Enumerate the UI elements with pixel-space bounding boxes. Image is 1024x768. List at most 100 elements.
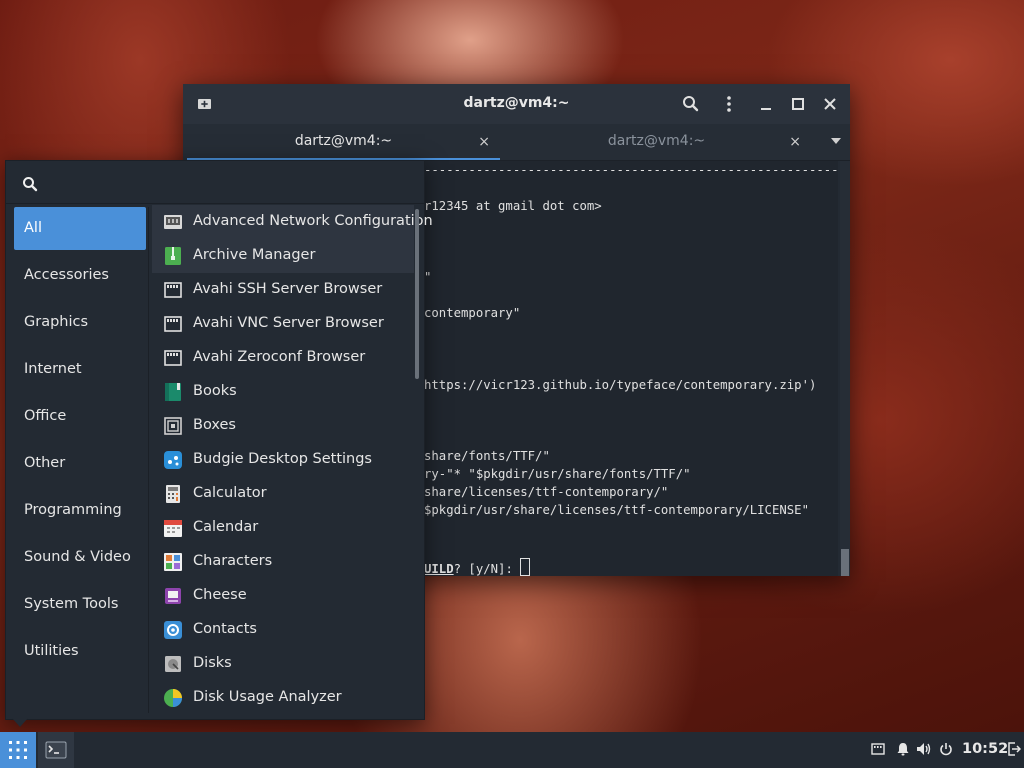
scrollbar-thumb[interactable] [841,549,849,576]
terminal-icon [45,741,67,759]
app-avahi-ssh-server-browser[interactable]: Avahi SSH Server Browser [152,273,414,307]
app-books[interactable]: Books [152,375,414,409]
app-disk-usage-analyzer[interactable]: Disk Usage Analyzer [152,681,414,715]
app-label: Contacts [193,621,257,637]
app-calculator[interactable]: Calculator [152,477,414,511]
app-label: Disks [193,655,232,671]
app-disks[interactable]: Disks [152,647,414,681]
terminal-prompt: UILD? [y/N]: [424,558,531,576]
tab-label: dartz@vm4:~ [607,133,706,149]
category-accessories[interactable]: Accessories [14,254,146,297]
power-icon [940,743,952,756]
menu-search-bar [6,161,424,204]
close-button[interactable] [820,94,840,114]
terminal-headerbar: dartz@vm4:~ [183,84,850,124]
terminal-scrollbar[interactable] [840,161,850,576]
boxes-icon [164,417,182,435]
budgie-settings-icon [164,451,182,469]
prompt-text: ? [y/N]: [453,562,521,576]
app-cheese[interactable]: Cheese [152,579,414,613]
app-calendar[interactable]: Calendar [152,511,414,545]
search-input[interactable] [50,169,414,197]
taskbar-terminal-button[interactable] [38,732,74,768]
minimize-icon [761,108,771,110]
characters-icon [164,553,182,571]
app-archive-manager[interactable]: Archive Manager [152,239,414,273]
app-characters[interactable]: Characters [152,545,414,579]
calendar-icon [164,520,182,537]
category-graphics[interactable]: Graphics [14,301,146,344]
terminal-line: ----------------------------------------… [424,163,838,177]
category-system-tools[interactable]: System Tools [14,583,146,626]
category-all[interactable]: All [14,207,146,250]
app-contacts[interactable]: Contacts [152,613,414,647]
terminal-line: r12345 at gmail dot com> [424,199,602,213]
network-wired-icon [871,743,885,755]
app-label: Cheese [193,587,247,603]
app-budgie-desktop-settings[interactable]: Budgie Desktop Settings [152,443,414,477]
app-label: Calculator [193,485,267,501]
search-icon [683,96,699,112]
terminal-line: share/licenses/ttf-contemporary/" [424,485,669,499]
triangle-down-icon [831,138,841,144]
disk-usage-icon [164,689,182,707]
app-boxes[interactable]: Boxes [152,409,414,443]
app-label: Budgie Desktop Settings [193,451,372,467]
power-button[interactable] [939,742,953,756]
app-menu-button[interactable] [0,732,36,768]
maximize-icon [792,98,804,110]
network-browser-icon [164,350,182,366]
terminal-line: contemporary" [424,306,521,320]
app-list-scrollbar[interactable] [415,209,419,379]
app-label: Disk Usage Analyzer [193,689,342,705]
terminal-line: ry-"* "$pkgdir/usr/share/fonts/TTF/" [424,467,691,481]
books-icon [165,383,181,401]
tab-close-icon[interactable]: × [478,134,490,150]
tab-close-icon[interactable]: × [789,134,801,150]
logout-button[interactable] [1007,742,1021,756]
app-list: Advanced Network Configuration Archive M… [152,205,433,715]
minimize-button[interactable] [756,94,776,114]
tab-list-button[interactable] [830,136,842,146]
network-indicator[interactable] [871,742,885,756]
app-label: Avahi VNC Server Browser [193,315,384,331]
terminal-line: " [424,270,432,284]
category-programming[interactable]: Programming [14,489,146,532]
network-browser-icon [164,316,182,332]
tab-1[interactable]: dartz@vm4:~ × [187,124,500,160]
network-icon [164,215,182,229]
maximize-button[interactable] [788,94,808,114]
terminal-line: https://vicr123.github.io/typeface/conte… [424,378,817,392]
terminal-line: share/fonts/TTF/" [424,449,550,463]
app-label: Avahi Zeroconf Browser [193,349,366,365]
category-utilities[interactable]: Utilities [14,630,146,673]
search-icon [22,176,38,192]
app-label: Books [193,383,237,399]
category-office[interactable]: Office [14,395,146,438]
taskbar: 10:52 [0,732,1024,768]
app-avahi-zeroconf-browser[interactable]: Avahi Zeroconf Browser [152,341,414,375]
category-list: All Accessories Graphics Internet Office… [14,207,146,677]
category-sound-video[interactable]: Sound & Video [14,536,146,579]
search-button[interactable] [681,94,701,114]
volume-button[interactable] [916,742,932,756]
app-label: Characters [193,553,273,569]
notifications-button[interactable] [896,742,910,756]
bell-icon [897,743,909,756]
tab-label: dartz@vm4:~ [294,133,393,149]
app-label: Archive Manager [193,247,316,263]
menu-divider [148,207,149,713]
clock[interactable]: 10:52 [962,741,1008,757]
app-avahi-vnc-server-browser[interactable]: Avahi VNC Server Browser [152,307,414,341]
category-other[interactable]: Other [14,442,146,485]
app-label: Avahi SSH Server Browser [193,281,383,297]
category-internet[interactable]: Internet [14,348,146,391]
tab-2[interactable]: dartz@vm4:~ × [502,124,811,160]
cheese-icon [165,588,181,604]
menu-button[interactable] [719,94,739,114]
archive-icon [165,247,181,265]
app-advanced-network-configuration[interactable]: Advanced Network Configuration [152,205,433,239]
tab-bar: dartz@vm4:~ × dartz@vm4:~ × [183,124,850,161]
calculator-icon [166,485,180,503]
app-label: Calendar [193,519,259,535]
